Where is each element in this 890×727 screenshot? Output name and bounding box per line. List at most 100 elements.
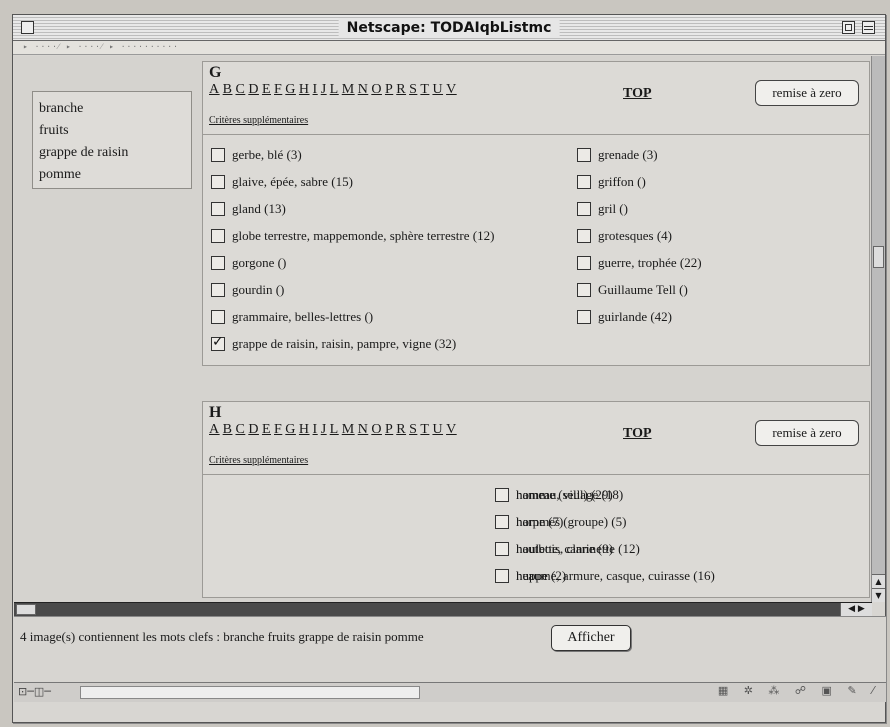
checkbox[interactable] [495, 568, 509, 583]
alphabet-link[interactable]: E [262, 422, 271, 437]
alphabet-link[interactable]: T [420, 82, 429, 97]
alphabet-link[interactable]: M [342, 422, 355, 437]
checkbox-checked[interactable] [211, 334, 225, 351]
checkbox-item[interactable]: Guillaume Tell () [577, 276, 702, 303]
checkbox[interactable] [577, 255, 591, 270]
checkbox-item[interactable]: grappe de raisin, raisin, pampre, vigne … [211, 330, 494, 357]
alphabet-link[interactable]: E [262, 82, 271, 97]
alphabet-link[interactable]: A [209, 422, 220, 437]
alphabet-link[interactable]: A [209, 82, 220, 97]
alphabet-link[interactable]: M [342, 82, 355, 97]
alphabet-link[interactable]: T [420, 422, 429, 437]
alphabet-link[interactable]: H [299, 422, 310, 437]
alphabet-link[interactable]: S [409, 422, 417, 437]
alphabet-link[interactable]: V [446, 82, 457, 97]
checkbox-item[interactable]: griffon () [577, 168, 702, 195]
checkbox-item[interactable]: gerbe, blé (3) [211, 141, 494, 168]
afficher-button[interactable]: Afficher [551, 625, 631, 651]
collapse-box-icon[interactable] [862, 21, 875, 34]
checkbox-item[interactable]: hommes (groupe) (5) [495, 508, 626, 535]
collapsed-toolbar[interactable]: ▸ ····⁄ ▸ ····⁄ ▸ ·········· [13, 41, 885, 55]
checkbox[interactable] [577, 147, 591, 162]
vertical-scrollbar[interactable]: ▲ ▼ [871, 56, 885, 602]
checkbox[interactable] [495, 541, 509, 556]
checkbox-item[interactable]: gland (13) [211, 195, 494, 222]
top-link[interactable]: TOP [623, 426, 652, 442]
alphabet-link[interactable]: J [321, 422, 327, 437]
alphabet-link[interactable]: O [371, 82, 382, 97]
checkbox-item[interactable]: globe terrestre, mappemonde, sphère terr… [211, 222, 494, 249]
alphabet-link[interactable]: D [248, 422, 259, 437]
alphabet-link[interactable]: I [313, 82, 318, 97]
checkbox[interactable] [495, 487, 509, 502]
checkbox[interactable] [577, 201, 591, 216]
criteria-link[interactable]: Critères supplémentaires [209, 455, 308, 466]
checkbox[interactable] [577, 282, 591, 297]
alphabet-link[interactable]: B [223, 82, 233, 97]
reset-button[interactable]: remise à zero [755, 80, 859, 106]
component-bar-icons[interactable]: ▦ ✲ ⁂ ☍ ▣ ✎ ⁄ [718, 684, 880, 697]
zoom-box-icon[interactable] [842, 21, 855, 34]
alphabet-link[interactable]: I [313, 422, 318, 437]
checkbox[interactable] [577, 309, 591, 324]
checkbox[interactable] [577, 228, 591, 243]
checkbox-item[interactable]: gourdin () [211, 276, 494, 303]
checkbox-item[interactable]: gril () [577, 195, 702, 222]
alphabet-link[interactable]: G [285, 82, 296, 97]
checkbox-item[interactable]: glaive, épée, sabre (15) [211, 168, 494, 195]
checkbox[interactable] [211, 174, 225, 189]
checkbox[interactable] [211, 309, 225, 324]
reset-button[interactable]: remise à zero [755, 420, 859, 446]
alphabet-link[interactable]: B [223, 422, 233, 437]
alphabet-link[interactable]: N [358, 82, 369, 97]
checkbox-item[interactable]: gorgone () [211, 249, 494, 276]
alphabet-link[interactable]: F [274, 422, 282, 437]
scroll-up-arrow-icon[interactable]: ▲ [872, 574, 885, 588]
horizontal-scroll-arrows-icon[interactable]: ◀ ▶ [840, 603, 872, 616]
checkbox[interactable] [211, 282, 225, 297]
checkbox[interactable] [211, 255, 225, 270]
alphabet-link[interactable]: P [385, 422, 393, 437]
close-box-icon[interactable] [21, 21, 34, 34]
checkbox-item[interactable]: guerre, trophée (22) [577, 249, 702, 276]
toolbar-tabs[interactable]: ▸ ····⁄ ▸ ····⁄ ▸ ·········· [23, 42, 179, 51]
alphabet-link[interactable]: C [235, 422, 245, 437]
alphabet-link[interactable]: C [235, 82, 245, 97]
checkbox-item[interactable]: homme (seul) (29) [495, 481, 626, 508]
checkbox[interactable] [211, 228, 225, 243]
checkbox[interactable] [211, 147, 225, 162]
horizontal-scrollbar[interactable]: ◀ ▶ [14, 602, 872, 616]
alphabet-link[interactable]: H [299, 82, 310, 97]
alphabet-link[interactable]: S [409, 82, 417, 97]
alphabet-link[interactable]: R [396, 82, 406, 97]
checkbox-item[interactable]: grenade (3) [577, 141, 702, 168]
checkbox-item[interactable]: grotesques (4) [577, 222, 702, 249]
alphabet-link[interactable]: O [371, 422, 382, 437]
alphabet-link[interactable]: U [432, 82, 443, 97]
alphabet-link[interactable]: F [274, 82, 282, 97]
horizontal-scroll-thumb[interactable] [16, 604, 36, 615]
checkbox-item[interactable]: huppe (2) [495, 562, 626, 589]
title-bar[interactable]: Netscape: TODAIqbListmc [13, 15, 885, 41]
criteria-link[interactable]: Critères supplémentaires [209, 115, 308, 126]
scroll-down-arrow-icon[interactable]: ▼ [872, 588, 885, 602]
alphabet-link[interactable]: L [330, 82, 339, 97]
checkbox[interactable] [211, 201, 225, 216]
checkbox[interactable] [495, 514, 509, 529]
alphabet-link[interactable]: D [248, 82, 259, 97]
checkbox[interactable] [577, 174, 591, 189]
vertical-scroll-thumb[interactable] [873, 246, 884, 268]
checkbox-item[interactable]: grammaire, belles-lettres () [211, 303, 494, 330]
alphabet-link[interactable]: U [432, 422, 443, 437]
checkbox-item[interactable]: houlette, canne (9) [495, 535, 626, 562]
checkbox-item[interactable]: guirlande (42) [577, 303, 702, 330]
alphabet-link[interactable]: G [285, 422, 296, 437]
security-lock-icon[interactable]: ⊡─◫─ [18, 685, 51, 698]
alphabet-link[interactable]: J [321, 82, 327, 97]
alphabet-link[interactable]: N [358, 422, 369, 437]
alphabet-link[interactable]: L [330, 422, 339, 437]
alphabet-link[interactable]: P [385, 82, 393, 97]
alphabet-link[interactable]: V [446, 422, 457, 437]
top-link[interactable]: TOP [623, 86, 652, 102]
alphabet-link[interactable]: R [396, 422, 406, 437]
